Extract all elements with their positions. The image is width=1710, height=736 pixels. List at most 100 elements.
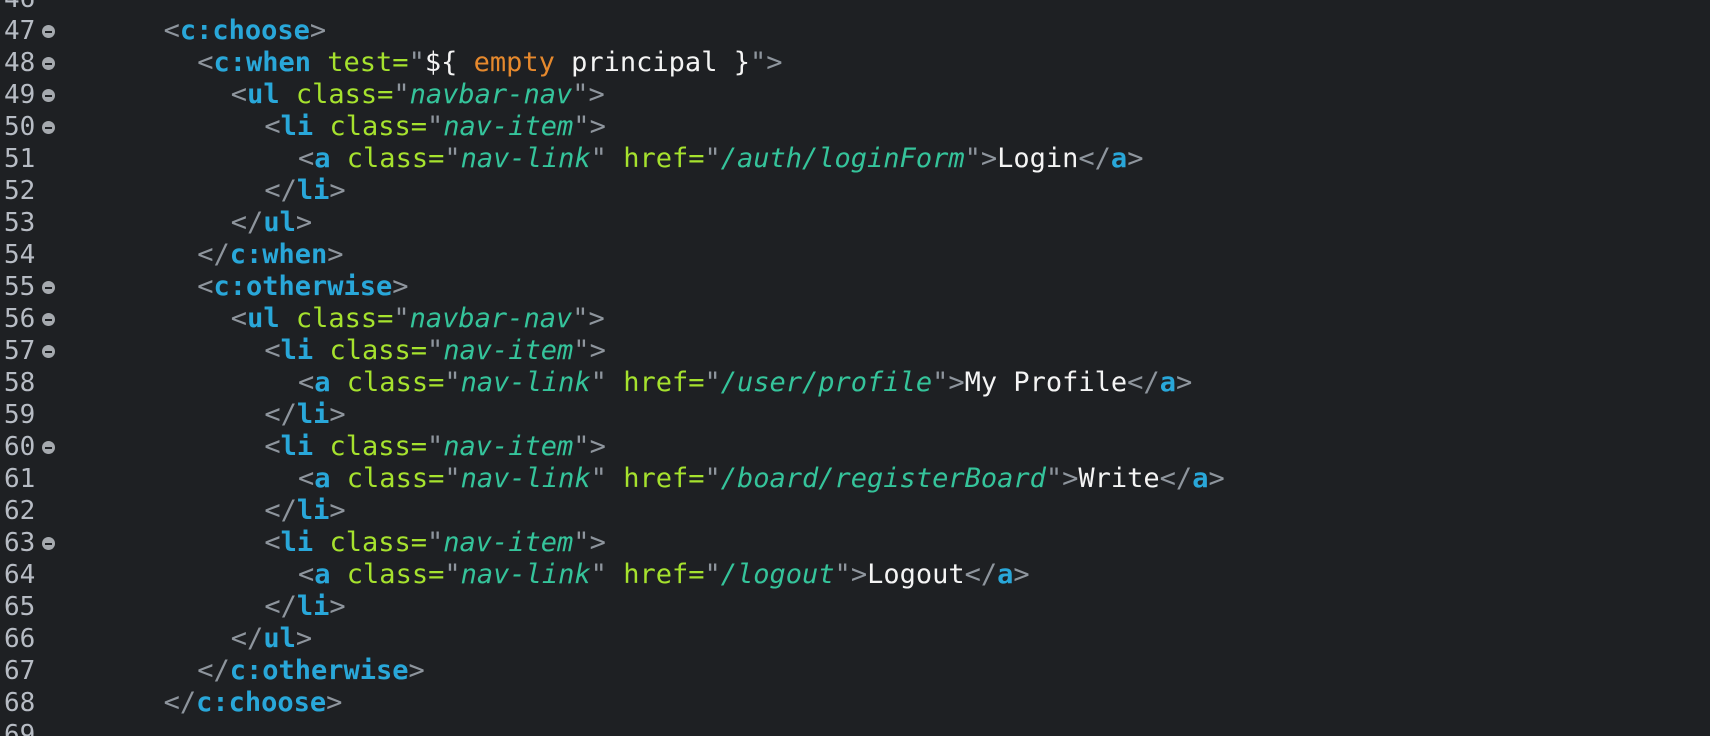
line-content[interactable]: <li class="nav-item"> — [130, 431, 605, 463]
token-val: nav-link — [460, 367, 591, 398]
token-quote: " — [444, 367, 461, 398]
code-line[interactable]: 51 <a class="nav-link" href="/auth/loginF… — [0, 143, 1710, 175]
token-tag: ul — [263, 623, 296, 654]
code-line[interactable]: 47 <c:choose> — [0, 15, 1710, 47]
code-line[interactable]: 49 <ul class="navbar-nav"> — [0, 79, 1710, 111]
token-quote: " — [573, 527, 590, 558]
line-content[interactable]: <a class="nav-link" href="/board/registe… — [130, 463, 1225, 495]
code-editor[interactable]: 4647<c:choose>48<c:when test="${ empty p… — [0, 0, 1710, 736]
token-eq: = — [392, 47, 409, 78]
code-line[interactable]: 68 </c:choose> — [0, 687, 1710, 719]
token-val: nav-item — [443, 527, 574, 558]
token-val: nav-item — [443, 111, 574, 142]
token-quote: " — [444, 463, 461, 494]
code-line[interactable]: 50 <li class="nav-item"> — [0, 111, 1710, 143]
line-content[interactable]: </li> — [130, 175, 345, 207]
fold-collapse-icon[interactable] — [42, 345, 55, 358]
code-line[interactable]: 66 </ul> — [0, 623, 1710, 655]
line-content[interactable]: <li class="nav-item"> — [130, 527, 605, 559]
fold-collapse-icon[interactable] — [42, 537, 55, 550]
token-bracket: > — [588, 303, 605, 334]
line-content[interactable]: <c:otherwise> — [130, 271, 408, 303]
fold-collapse-icon[interactable] — [42, 25, 55, 38]
code-line[interactable]: 65 </li> — [0, 591, 1710, 623]
line-content[interactable]: <c:when test="${ empty principal }"> — [130, 47, 783, 79]
code-line[interactable]: 58 <a class="nav-link" href="/user/profil… — [0, 367, 1710, 399]
token-quote: " — [426, 431, 444, 462]
code-line[interactable]: 48 <c:when test="${ empty principal }"> — [0, 47, 1710, 79]
token-bracket: > — [1013, 559, 1030, 590]
token-tag: li — [296, 175, 330, 206]
token-attr: class — [329, 335, 411, 366]
token-eq: = — [377, 303, 394, 334]
line-content[interactable]: <a class="nav-link" href="/logout">Logou… — [130, 559, 1030, 591]
token-bracket: < — [298, 143, 315, 174]
token-bracket: > — [980, 143, 998, 174]
line-number: 67 — [4, 656, 36, 686]
line-content[interactable]: <ul class="navbar-nav"> — [130, 303, 605, 335]
token-bracket: </ — [1127, 367, 1160, 398]
line-content[interactable]: <a class="nav-link" href="/user/profile"… — [130, 367, 1192, 399]
line-number: 46 — [4, 0, 64, 15]
code-line[interactable]: 60 <li class="nav-item"> — [0, 431, 1710, 463]
fold-collapse-icon[interactable] — [42, 89, 55, 102]
token-text: My Profile — [964, 367, 1128, 398]
token-bracket: > — [766, 47, 783, 78]
token-quote: " — [426, 527, 444, 558]
token-tag: a — [314, 143, 331, 174]
line-content[interactable]: <ul class="navbar-nav"> — [130, 79, 605, 111]
line-content[interactable]: </li> — [130, 591, 345, 623]
token-el-plain: ${ — [424, 47, 474, 78]
line-content[interactable]: </li> — [130, 399, 345, 431]
line-content[interactable]: <li class="nav-item"> — [130, 111, 605, 143]
token-tag: li — [296, 399, 330, 430]
code-line[interactable]: 54 </c:when> — [0, 239, 1710, 271]
fold-collapse-icon[interactable] — [42, 121, 55, 134]
token-attr: class — [346, 367, 429, 398]
fold-collapse-icon[interactable] — [42, 281, 55, 294]
token-bracket: </ — [264, 591, 297, 622]
code-line[interactable]: 52 </li> — [0, 175, 1710, 207]
code-line[interactable]: 59 </li> — [0, 399, 1710, 431]
code-line[interactable]: 55 <c:otherwise> — [0, 271, 1710, 303]
line-content[interactable]: </c:when> — [130, 239, 343, 271]
code-line[interactable]: 57 <li class="nav-item"> — [0, 335, 1710, 367]
code-line[interactable]: 56 <ul class="navbar-nav"> — [0, 303, 1710, 335]
token-bracket: </ — [264, 175, 297, 206]
fold-collapse-icon[interactable] — [42, 313, 55, 326]
line-content[interactable]: <a class="nav-link" href="/auth/loginFor… — [130, 143, 1143, 175]
fold-collapse-icon[interactable] — [42, 441, 55, 454]
token-text: Write — [1078, 463, 1160, 494]
token-bracket: </ — [264, 495, 297, 526]
code-line[interactable]: 46 — [0, 0, 1710, 15]
code-lines[interactable]: 4647<c:choose>48<c:when test="${ empty p… — [0, 0, 1710, 736]
line-content[interactable]: </c:otherwise> — [130, 655, 425, 687]
line-number: 53 — [4, 208, 36, 238]
token-tag: c:when — [213, 47, 311, 78]
code-line[interactable]: 62 </li> — [0, 495, 1710, 527]
token-bracket: > — [1062, 463, 1079, 494]
code-line[interactable]: 61 <a class="nav-link" href="/board/regis… — [0, 463, 1710, 495]
line-content[interactable]: <c:choose> — [130, 15, 327, 47]
line-content[interactable]: </li> — [130, 495, 345, 527]
token-bracket: < — [264, 527, 281, 558]
token-tag: a — [314, 559, 331, 590]
token-tag: li — [280, 111, 314, 142]
token-val: /auth/loginForm — [720, 143, 965, 174]
code-line[interactable]: 69 — [0, 719, 1710, 736]
line-content[interactable]: </ul> — [130, 207, 312, 239]
line-content[interactable]: </c:choose> — [130, 687, 343, 719]
token-tag: li — [296, 495, 330, 526]
line-number: 65 — [4, 592, 36, 622]
token-bracket: > — [588, 79, 605, 110]
line-content[interactable]: <li class="nav-item"> — [130, 335, 605, 367]
code-line[interactable]: 64 <a class="nav-link" href="/logout">Log… — [0, 559, 1710, 591]
code-line[interactable]: 63 <li class="nav-item"> — [0, 527, 1710, 559]
code-line[interactable]: 67 </c:otherwise> — [0, 655, 1710, 687]
code-line[interactable]: 53 </ul> — [0, 207, 1710, 239]
token-quote: " — [572, 79, 589, 110]
fold-collapse-icon[interactable] — [42, 57, 55, 70]
line-content[interactable]: </ul> — [130, 623, 312, 655]
token-tag: a — [314, 463, 331, 494]
